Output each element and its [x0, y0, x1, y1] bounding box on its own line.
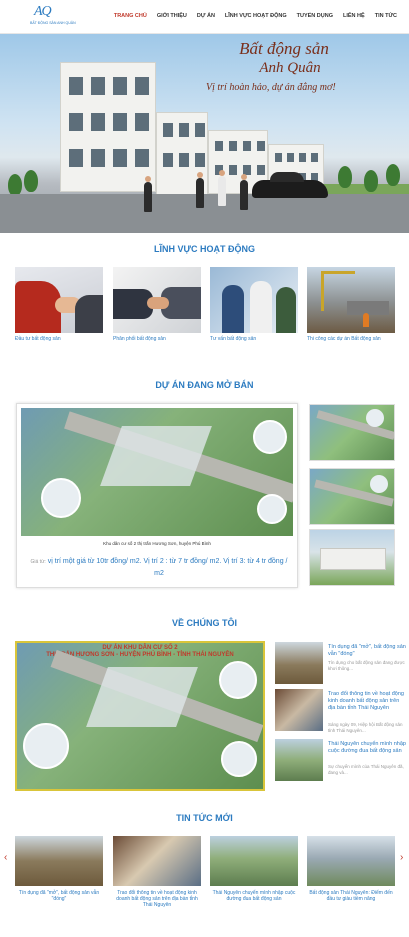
nav-news[interactable]: TIN TỨC [375, 13, 397, 19]
price-label: Giá từ: [30, 559, 46, 565]
hero-slogan: Vị trí hoàn hảo, dự án đẳng mơ! [206, 82, 336, 93]
price-text: vị trí một giá từ 10tr đồng/ m2. Vị trí … [47, 558, 288, 577]
news-image [210, 836, 298, 886]
hero-road [0, 194, 409, 233]
project-map-image [21, 408, 293, 536]
about-title: VỀ CHÚNG TÔI [171, 618, 237, 628]
logo-text: BẤT ĐỘNG SẢN ANH QUÂN [30, 21, 76, 25]
news-card[interactable]: Bất động sản Thái Nguyên: Điểm đến đầu t… [307, 836, 395, 902]
news-caption[interactable]: Thái Nguyên chuyển mình nhập cuộc đường … [210, 890, 298, 902]
news-card[interactable]: Tín dụng đã "mở", bất động sản vẫn "đóng… [15, 836, 103, 902]
news-image [113, 836, 201, 886]
activity-image [307, 267, 395, 333]
activity-label[interactable]: Đầu tư bất động sản [15, 336, 103, 342]
activity-card[interactable]: Tư vấn bất động sản [210, 267, 298, 342]
hero-title-line2: Anh Quân [259, 60, 321, 76]
project-card[interactable]: Khu dân cư số 2 thị trấn Hương Sơn, huyệ… [16, 403, 298, 588]
hero-building [60, 62, 156, 192]
hero-title: Bất động sản [239, 39, 329, 58]
chevron-left-icon[interactable]: ‹ [4, 852, 7, 863]
about-news-thumb [275, 642, 323, 684]
about-news-title[interactable]: Trao đổi thông tin về hoạt động kinh doa… [328, 691, 408, 712]
site-logo[interactable]: AQ BẤT ĐỘNG SẢN ANH QUÂN [30, 4, 76, 30]
about-news-title[interactable]: Thái Nguyên chuyển mình nhập cuộc đường … [328, 741, 408, 755]
news-caption[interactable]: Bất động sản Thái Nguyên: Điểm đến đầu t… [307, 890, 395, 902]
activity-label[interactable]: Tư vấn bất động sản [210, 336, 298, 342]
nav-contact[interactable]: LIÊN HỆ [343, 13, 365, 19]
person-figure [196, 172, 204, 208]
person-figure [144, 176, 152, 212]
hero-car [252, 172, 328, 198]
news-caption[interactable]: Tín dụng đã "mở", bất động sản vẫn "đóng… [15, 890, 103, 902]
about-news-desc: Sự chuyển mình của Thái Nguyên đã, đang … [328, 764, 404, 775]
news-card[interactable]: Thái Nguyên chuyển mình nhập cuộc đường … [210, 836, 298, 902]
news-caption[interactable]: Trao đổi thông tin về hoạt động kinh doa… [113, 890, 201, 908]
activity-image [15, 267, 103, 333]
main-nav: TRANG CHỦ GIỚI THIỆU DỰ ÁN LĨNH VỰC HOẠT… [114, 13, 397, 19]
projects-title: DỰ ÁN ĐANG MỞ BÁN [155, 380, 254, 390]
activity-card[interactable]: Đầu tư bất động sản [15, 267, 103, 342]
about-news-title[interactable]: Tín dụng đã "mở", bất động sản vẫn "đóng… [328, 644, 408, 658]
hero-slider[interactable]: Bất động sản Anh Quân Vị trí hoàn hảo, d… [0, 34, 409, 233]
nav-projects[interactable]: DỰ ÁN [197, 13, 215, 19]
activity-card[interactable]: Thi công các dự án Bất động sản [307, 267, 395, 342]
tree-icon [8, 174, 22, 196]
site-header: AQ BẤT ĐỘNG SẢN ANH QUÂN TRANG CHỦ GIỚI … [0, 0, 409, 34]
logo-mark: AQ [34, 4, 52, 19]
nav-about[interactable]: GIỚI THIỆU [157, 13, 187, 19]
tree-icon [386, 164, 400, 186]
activity-image [113, 267, 201, 333]
chevron-right-icon[interactable]: › [400, 852, 403, 863]
activity-card[interactable]: Phân phối bất động sản [113, 267, 201, 342]
project-thumbnail[interactable] [309, 529, 395, 586]
about-news-desc: Tín dụng cho bất động sản đang được khơi… [328, 660, 405, 671]
about-banner-line1: DỰ ÁN KHU DÂN CƯ SỐ 2 [102, 645, 178, 651]
tree-icon [338, 166, 352, 188]
news-image [15, 836, 103, 886]
activity-label[interactable]: Thi công các dự án Bất động sản [307, 336, 395, 342]
project-thumbnail[interactable] [309, 468, 395, 525]
news-title: TIN TỨC MỚI [176, 813, 233, 823]
project-caption: Khu dân cư số 2 thị trấn Hương Sơn, huyệ… [103, 541, 211, 546]
news-card[interactable]: Trao đổi thông tin về hoạt động kinh doa… [113, 836, 201, 908]
about-news-thumb [275, 739, 323, 781]
project-thumbnail[interactable] [309, 404, 395, 461]
activity-label[interactable]: Phân phối bất động sản [113, 336, 201, 342]
about-news-thumb [275, 689, 323, 731]
about-news-desc: Sáng ngày 09, Hiệp hội Bất động sản tỉnh… [328, 722, 403, 733]
activities-title: LĨNH VỰC HOẠT ĐỘNG [154, 244, 255, 254]
person-figure [240, 174, 248, 210]
tree-icon [364, 170, 378, 192]
person-figure [218, 170, 226, 206]
tree-icon [24, 170, 38, 192]
nav-recruitment[interactable]: TUYỂN DỤNG [297, 13, 333, 19]
project-price: Giá từ: vị trí một giá từ 10tr đồng/ m2.… [27, 556, 291, 579]
nav-activities[interactable]: LĨNH VỰC HOẠT ĐỘNG [225, 13, 287, 19]
about-banner-image[interactable]: DỰ ÁN KHU DÂN CƯ SỐ 2 THỊ TRẤN HƯƠNG SƠN… [15, 641, 265, 791]
news-image [307, 836, 395, 886]
nav-home[interactable]: TRANG CHỦ [114, 13, 147, 19]
activity-image [210, 267, 298, 333]
